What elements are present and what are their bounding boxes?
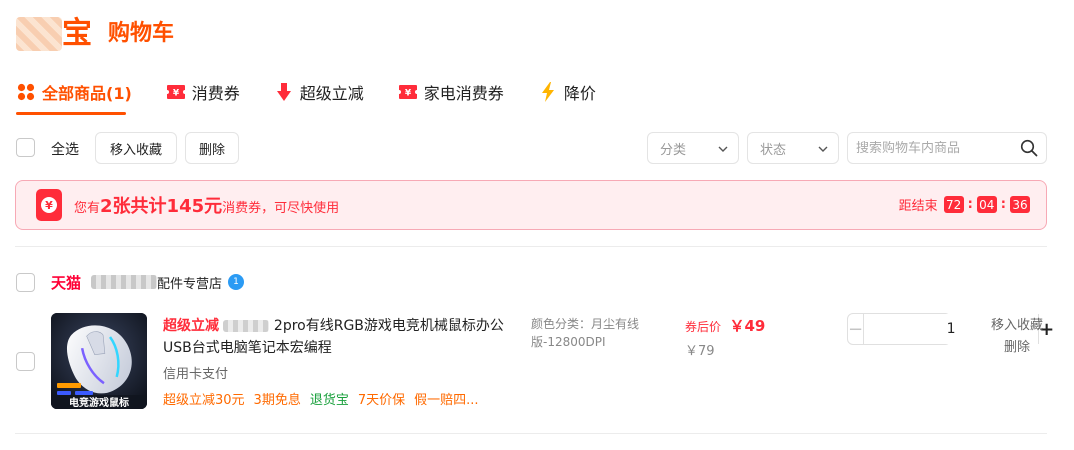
move-to-favorites-button[interactable]: 移入收藏 (95, 132, 177, 164)
tab-label: 超级立减 (299, 84, 364, 103)
shop-name[interactable]: 配件专营店 (157, 273, 222, 292)
tab-appliance-coupons[interactable]: ¥ 家电消费券 (398, 78, 504, 106)
select-all-checkbox[interactable] (16, 138, 35, 157)
item-checkbox[interactable] (16, 352, 35, 371)
cart-tabs: 全部商品(1) ¥ 消费券 超级立减 ¥ 家电消费券 降价 (16, 78, 630, 114)
chevron-down-icon (818, 141, 828, 156)
tag-interest-free[interactable]: 3期免息 (254, 389, 301, 408)
countdown-separator: : (967, 197, 973, 212)
logo-text: 宝 (62, 16, 92, 51)
select-all-label[interactable]: 全选 (51, 139, 79, 159)
tab-super-discount[interactable]: 超级立减 (274, 78, 364, 106)
tab-all-items[interactable]: 全部商品(1) (16, 78, 132, 106)
cart-search-input[interactable] (856, 140, 1016, 156)
tag-compensation[interactable]: 假一赔四... (414, 389, 478, 408)
countdown-minutes: 04 (976, 196, 997, 213)
payment-method: 信用卡支付 (163, 367, 229, 382)
countdown-label: 距结束 (898, 199, 938, 214)
delete-button[interactable]: 删除 (185, 132, 239, 164)
tag-price-protect[interactable]: 7天价保 (358, 389, 405, 408)
coupon-icon: ¥ (166, 82, 186, 102)
tab-coupons[interactable]: ¥ 消费券 (166, 78, 240, 106)
countdown-seconds: 36 (1010, 196, 1030, 213)
coupon-icon: ¥ (36, 189, 62, 221)
product-title[interactable]: 超级立减 2pro有线RGB游戏电竞机械鼠标办公USB台式电脑笔记本宏编程 (163, 315, 513, 359)
chevron-down-icon (718, 141, 728, 156)
divider (15, 433, 1047, 434)
tag-return-insurance[interactable]: 退货宝 (310, 389, 349, 408)
item-delete-link[interactable]: 删除 (987, 337, 1047, 359)
tab-label: 降价 (563, 84, 596, 103)
cart-toolbar: 全选 移入收藏 删除 分类 状态 (16, 132, 1047, 164)
banner-highlight: 2张共计145元 (100, 196, 223, 217)
countdown-timer: 距结束 72 : 04 : 36 (899, 195, 1032, 214)
category-select[interactable]: 分类 (647, 132, 739, 164)
tag-super-discount[interactable]: 超级立减30元 (163, 389, 245, 408)
category-select-value: 分类 (660, 142, 687, 158)
svg-text:¥: ¥ (405, 89, 412, 99)
shop-name-blurred[interactable] (91, 275, 158, 289)
quantity-decrease-button[interactable]: − (848, 314, 863, 344)
lightning-icon (538, 82, 558, 102)
page-header: 宝 购物车 (16, 14, 174, 54)
quantity-stepper: − + (847, 313, 1054, 345)
coupon-banner[interactable]: ¥ 您有 2张共计145元 消费券，可尽快使用 距结束 72 : 04 : 36 (15, 180, 1047, 230)
item-move-to-favorites-link[interactable]: 移入收藏 (987, 315, 1047, 337)
tmall-label[interactable]: 天猫 (51, 272, 81, 293)
product-service-tags: 超级立减30元 3期免息 退货宝 7天价保 假一赔四... (163, 389, 488, 408)
product-image[interactable]: 电竞游戏鼠标 (51, 313, 147, 409)
original-price: ￥79 (685, 344, 715, 359)
banner-prefix: 您有 (74, 201, 101, 216)
divider (15, 246, 1047, 247)
shop-service-icon[interactable]: 1 (228, 274, 245, 290)
search-icon[interactable] (1020, 139, 1038, 157)
price-after-coupon: ￥49 (729, 317, 766, 335)
item-actions: 移入收藏 删除 (987, 315, 1047, 359)
active-tab-indicator (16, 112, 126, 115)
shop-checkbox[interactable] (16, 272, 35, 292)
svg-text:¥: ¥ (173, 89, 180, 99)
grid-icon (16, 82, 36, 102)
tab-label: 消费券 (191, 84, 240, 103)
countdown-hours: 72 (943, 196, 964, 213)
logo-blurred (16, 17, 62, 51)
price-after-coupon-label: 券后价 (685, 320, 722, 334)
product-image-caption: 电竞游戏鼠标 (69, 396, 129, 409)
product-spec[interactable]: 颜色分类：月尘有线版-12800DPI (531, 315, 651, 351)
coupon-icon-glyph: ¥ (45, 199, 53, 212)
tab-label: 家电消费券 (423, 84, 504, 103)
tab-label: 全部商品(1) (42, 84, 132, 103)
shop-header: 天猫 配件专营店 1 (16, 271, 245, 293)
product-promo-label: 超级立减 (163, 318, 219, 334)
status-select[interactable]: 状态 (747, 132, 839, 164)
banner-suffix: 消费券，可尽快使用 (222, 201, 340, 216)
coupon-icon: ¥ (398, 82, 418, 102)
down-arrow-icon (274, 82, 294, 102)
status-select-value: 状态 (760, 142, 787, 158)
coupon-banner-message: 您有 2张共计145元 消费券，可尽快使用 (74, 192, 339, 218)
price-block: 券后价 ￥49 ￥79 (685, 315, 765, 359)
tab-price-drop[interactable]: 降价 (538, 78, 596, 106)
countdown-separator: : (1000, 197, 1006, 212)
cart-search-box (847, 132, 1047, 164)
page-title: 购物车 (108, 21, 175, 46)
product-brand-blurred (223, 320, 270, 332)
